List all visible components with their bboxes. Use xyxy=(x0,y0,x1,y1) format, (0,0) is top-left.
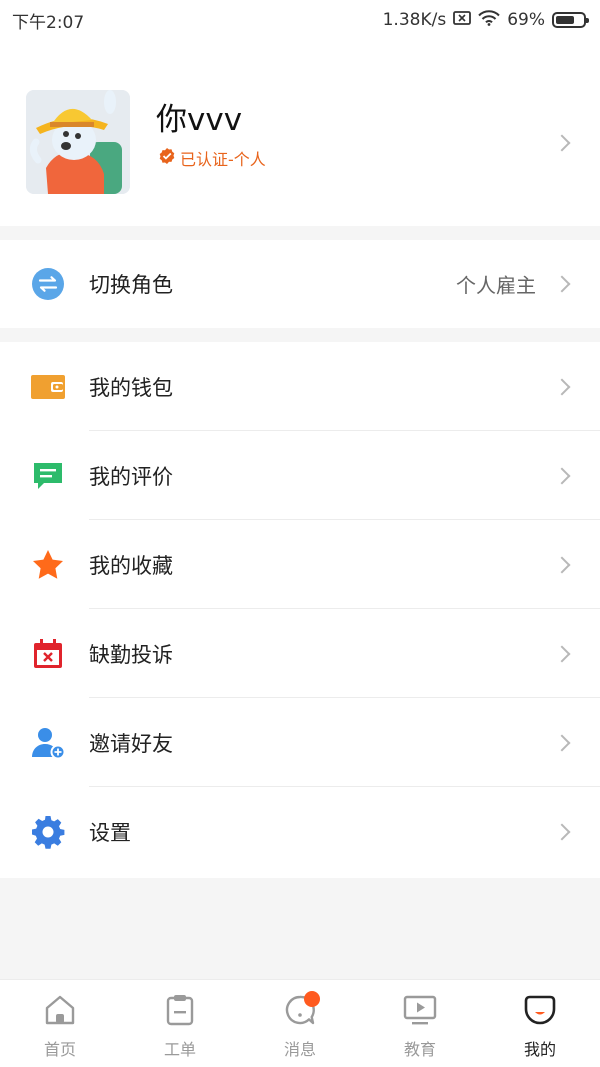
unread-badge xyxy=(304,991,320,1007)
chevron-right-icon xyxy=(553,645,571,662)
tab-label: 工单 xyxy=(163,1040,196,1059)
menu-item-label: 我的评价 xyxy=(89,464,173,489)
battery-icon xyxy=(552,12,589,28)
status-bar: 下午2:07 1.38K/s 69% xyxy=(0,0,600,40)
tab-education[interactable]: 教育 xyxy=(360,980,480,1067)
tab-home[interactable]: 首页 xyxy=(0,980,120,1067)
verified-icon xyxy=(158,147,176,169)
battery-percent: 69% xyxy=(507,10,545,30)
profile-icon xyxy=(523,994,557,1030)
menu-list: 我的钱包 我的评价 我的收藏 缺勤投诉 邀请好友 设置 xyxy=(0,342,600,878)
network-speed: 1.38K/s xyxy=(382,10,447,30)
avatar[interactable] xyxy=(26,90,130,194)
chevron-right-icon xyxy=(553,556,571,573)
menu-item-reviews[interactable]: 我的评价 xyxy=(0,431,600,520)
tab-work-orders[interactable]: 工单 xyxy=(120,980,240,1067)
menu-item-invite-friends[interactable]: 邀请好友 xyxy=(0,698,600,787)
menu-item-label: 我的收藏 xyxy=(89,553,173,578)
add-user-icon xyxy=(30,725,66,761)
chevron-right-icon xyxy=(553,823,571,840)
verified-label: 已认证-个人 xyxy=(180,150,266,169)
bottom-tab-bar: 首页 工单 消息 教育 我的 xyxy=(0,979,600,1067)
tab-mine[interactable]: 我的 xyxy=(480,980,600,1067)
comment-icon xyxy=(30,458,66,494)
menu-item-favorites[interactable]: 我的收藏 xyxy=(0,520,600,609)
video-icon xyxy=(403,994,437,1030)
tab-label: 消息 xyxy=(283,1040,316,1059)
home-icon xyxy=(44,994,76,1030)
tab-label: 我的 xyxy=(523,1040,556,1059)
wallet-icon xyxy=(30,369,66,405)
tab-label: 教育 xyxy=(403,1040,436,1059)
profile-name: 你vvv xyxy=(156,102,243,138)
menu-item-label: 我的钱包 xyxy=(89,375,173,400)
gear-icon xyxy=(30,814,66,850)
verified-badge: 已认证-个人 xyxy=(158,146,266,170)
battery-fill xyxy=(556,16,574,24)
notification-off-icon xyxy=(453,10,472,31)
menu-item-label: 设置 xyxy=(89,820,131,845)
menu-item-wallet[interactable]: 我的钱包 xyxy=(0,342,600,431)
switch-role-row[interactable]: 切换角色 个人雇主 xyxy=(0,240,600,328)
menu-item-absence-complaint[interactable]: 缺勤投诉 xyxy=(0,609,600,698)
chevron-right-icon xyxy=(553,467,571,484)
current-role-value: 个人雇主 xyxy=(456,273,536,298)
wifi-icon xyxy=(478,9,500,31)
status-time: 下午2:07 xyxy=(12,12,85,33)
chevron-right-icon xyxy=(553,134,571,152)
status-indicators: 1.38K/s 69% xyxy=(382,9,589,31)
calendar-x-icon xyxy=(30,636,66,672)
menu-item-settings[interactable]: 设置 xyxy=(0,787,600,876)
chevron-right-icon xyxy=(553,275,571,293)
swap-icon xyxy=(30,266,66,302)
profile-card[interactable]: 你vvv 已认证-个人 xyxy=(0,40,600,226)
menu-item-label: 缺勤投诉 xyxy=(89,642,173,667)
chevron-right-icon xyxy=(553,378,571,395)
menu-item-label: 邀请好友 xyxy=(89,731,173,756)
switch-role-label: 切换角色 xyxy=(89,273,173,297)
tab-messages[interactable]: 消息 xyxy=(240,980,360,1067)
switch-role-item[interactable]: 切换角色 个人雇主 xyxy=(0,240,600,328)
chevron-right-icon xyxy=(553,734,571,751)
star-icon xyxy=(30,547,66,583)
tab-label: 首页 xyxy=(43,1040,76,1059)
clipboard-icon xyxy=(164,994,196,1030)
